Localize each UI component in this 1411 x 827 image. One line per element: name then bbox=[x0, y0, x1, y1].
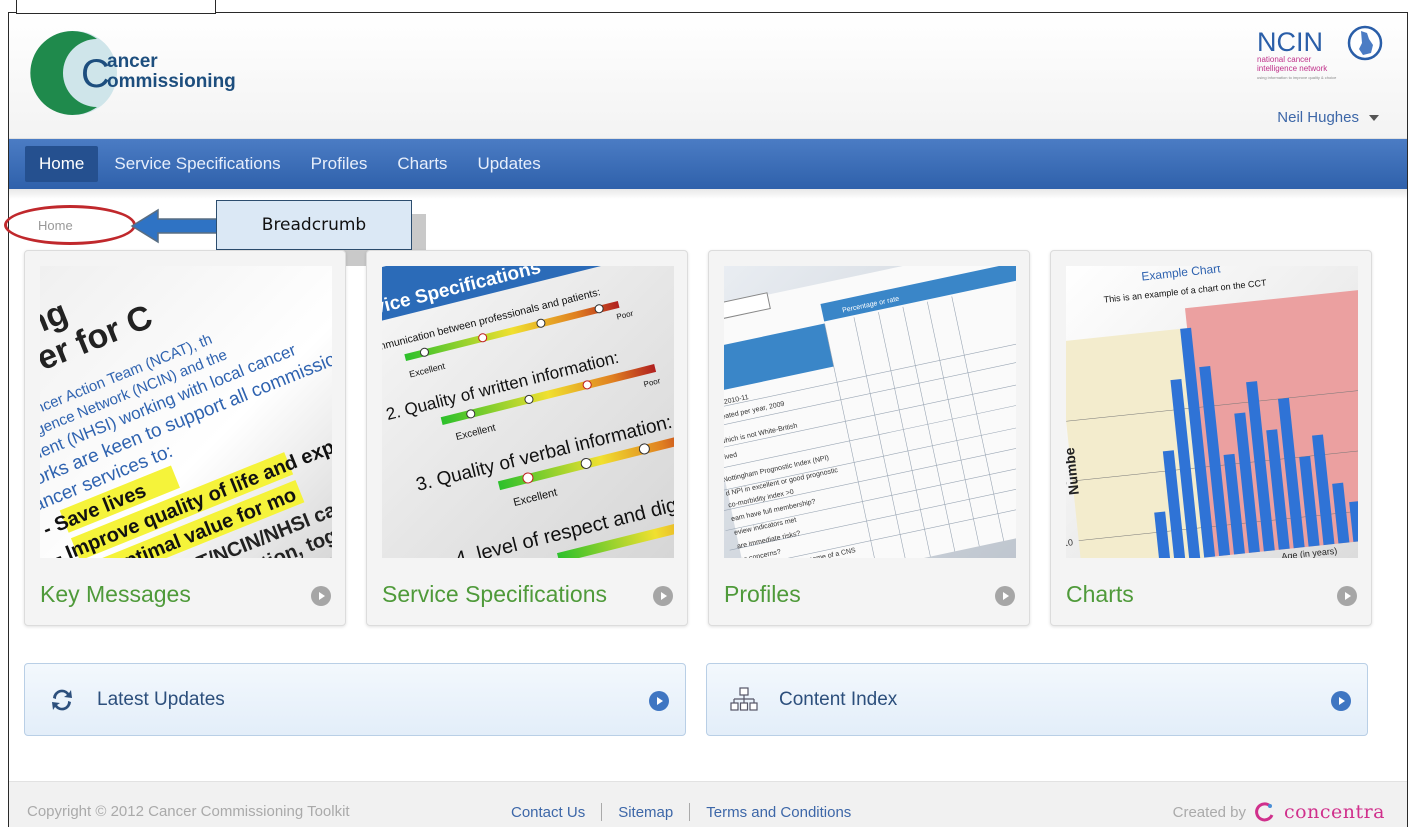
logo-letter: C bbox=[81, 52, 110, 96]
card-key-messages[interactable]: oping ancer for C ational Cancer Action … bbox=[24, 250, 346, 626]
nav-service-specifications[interactable]: Service Specifications bbox=[100, 146, 294, 182]
ncin-tagline: using information to improve quality & c… bbox=[1257, 75, 1337, 80]
panel-label: Content Index bbox=[779, 688, 898, 710]
ncin-title: NCIN bbox=[1257, 27, 1323, 57]
footer-divider bbox=[689, 803, 691, 821]
key-messages-image: oping ancer for C ational Cancer Action … bbox=[40, 266, 332, 558]
card-charts[interactable]: Example Chart This is an example of a ch… bbox=[1050, 250, 1372, 626]
cancer-commissioning-logo[interactable]: C ancer ommissioning bbox=[27, 25, 247, 125]
ncin-logo[interactable]: NCIN national cancer intelligence networ… bbox=[1255, 25, 1385, 83]
card-profiles[interactable]: Percentage or rate year, 2010-11 ts trea… bbox=[708, 250, 1030, 626]
footer-link-terms[interactable]: Terms and Conditions bbox=[706, 804, 851, 821]
card-image-service-specifications: ervice Specifications 1. Communication b… bbox=[382, 266, 674, 558]
charts-image: Example Chart This is an example of a ch… bbox=[1066, 266, 1358, 558]
latest-updates-panel[interactable]: Latest Updates bbox=[24, 663, 686, 736]
card-title[interactable]: Charts bbox=[1066, 581, 1134, 608]
play-arrow-icon[interactable] bbox=[653, 586, 673, 606]
panel-label: Latest Updates bbox=[97, 688, 225, 710]
profiles-image: Percentage or rate year, 2010-11 ts trea… bbox=[724, 266, 1016, 558]
created-by-label: Created by bbox=[1172, 803, 1247, 821]
nav-home[interactable]: Home bbox=[25, 146, 99, 182]
caret-down-icon bbox=[1369, 114, 1379, 121]
card-title[interactable]: Key Messages bbox=[40, 581, 191, 608]
play-arrow-icon[interactable] bbox=[995, 586, 1015, 606]
created-by[interactable]: Created by concentra bbox=[1173, 801, 1385, 823]
annotation-callout: Breadcrumb bbox=[216, 200, 412, 250]
main-navbar: Home Service Specifications Profiles Cha… bbox=[9, 139, 1407, 189]
content-index-panel[interactable]: Content Index bbox=[706, 663, 1368, 736]
concentra-swirl-icon bbox=[1255, 802, 1274, 822]
site-header: C ancer ommissioning NCIN national cance… bbox=[9, 13, 1407, 139]
footer-divider bbox=[601, 803, 603, 821]
nav-updates[interactable]: Updates bbox=[463, 146, 554, 182]
logo-line2: ommissioning bbox=[107, 71, 236, 92]
site-footer: Copyright © 2012 Cancer Commissioning To… bbox=[9, 781, 1407, 827]
nav-charts[interactable]: Charts bbox=[383, 146, 461, 182]
play-arrow-icon[interactable] bbox=[311, 586, 331, 606]
play-arrow-icon[interactable] bbox=[1337, 586, 1357, 606]
play-arrow-icon[interactable] bbox=[649, 691, 669, 711]
ncin-sub1: national cancer bbox=[1257, 55, 1312, 64]
footer-links: Contact Us Sitemap Terms and Conditions bbox=[511, 803, 851, 821]
copyright-text: Copyright © 2012 Cancer Commissioning To… bbox=[27, 803, 350, 820]
user-menu[interactable]: Neil Hughes bbox=[1277, 109, 1379, 126]
card-image-profiles: Percentage or rate year, 2010-11 ts trea… bbox=[724, 266, 1016, 558]
refresh-icon bbox=[47, 685, 77, 715]
ch-line-4: 10 bbox=[1066, 537, 1073, 548]
sitemap-icon bbox=[729, 685, 759, 715]
service-specifications-image: ervice Specifications 1. Communication b… bbox=[382, 266, 674, 558]
annotation-arrow bbox=[130, 208, 221, 244]
user-name: Neil Hughes bbox=[1277, 109, 1359, 126]
concentra-brand: concentra bbox=[1284, 801, 1385, 823]
card-image-key-messages: oping ancer for C ational Cancer Action … bbox=[40, 266, 332, 558]
frame-tab-notch bbox=[16, 0, 216, 14]
logo-line1: ancer bbox=[107, 51, 158, 72]
play-arrow-icon[interactable] bbox=[1331, 691, 1351, 711]
card-service-specifications[interactable]: ervice Specifications 1. Communication b… bbox=[366, 250, 688, 626]
card-title[interactable]: Profiles bbox=[724, 581, 801, 608]
footer-link-contact-us[interactable]: Contact Us bbox=[511, 804, 585, 821]
card-title[interactable]: Service Specifications bbox=[382, 581, 607, 608]
footer-link-sitemap[interactable]: Sitemap bbox=[618, 804, 673, 821]
annotation-ellipse bbox=[4, 205, 136, 245]
nav-profiles[interactable]: Profiles bbox=[297, 146, 382, 182]
card-image-charts: Example Chart This is an example of a ch… bbox=[1066, 266, 1358, 558]
navbar-shadow bbox=[9, 189, 1407, 199]
ncin-sub2: intelligence network bbox=[1257, 64, 1328, 73]
